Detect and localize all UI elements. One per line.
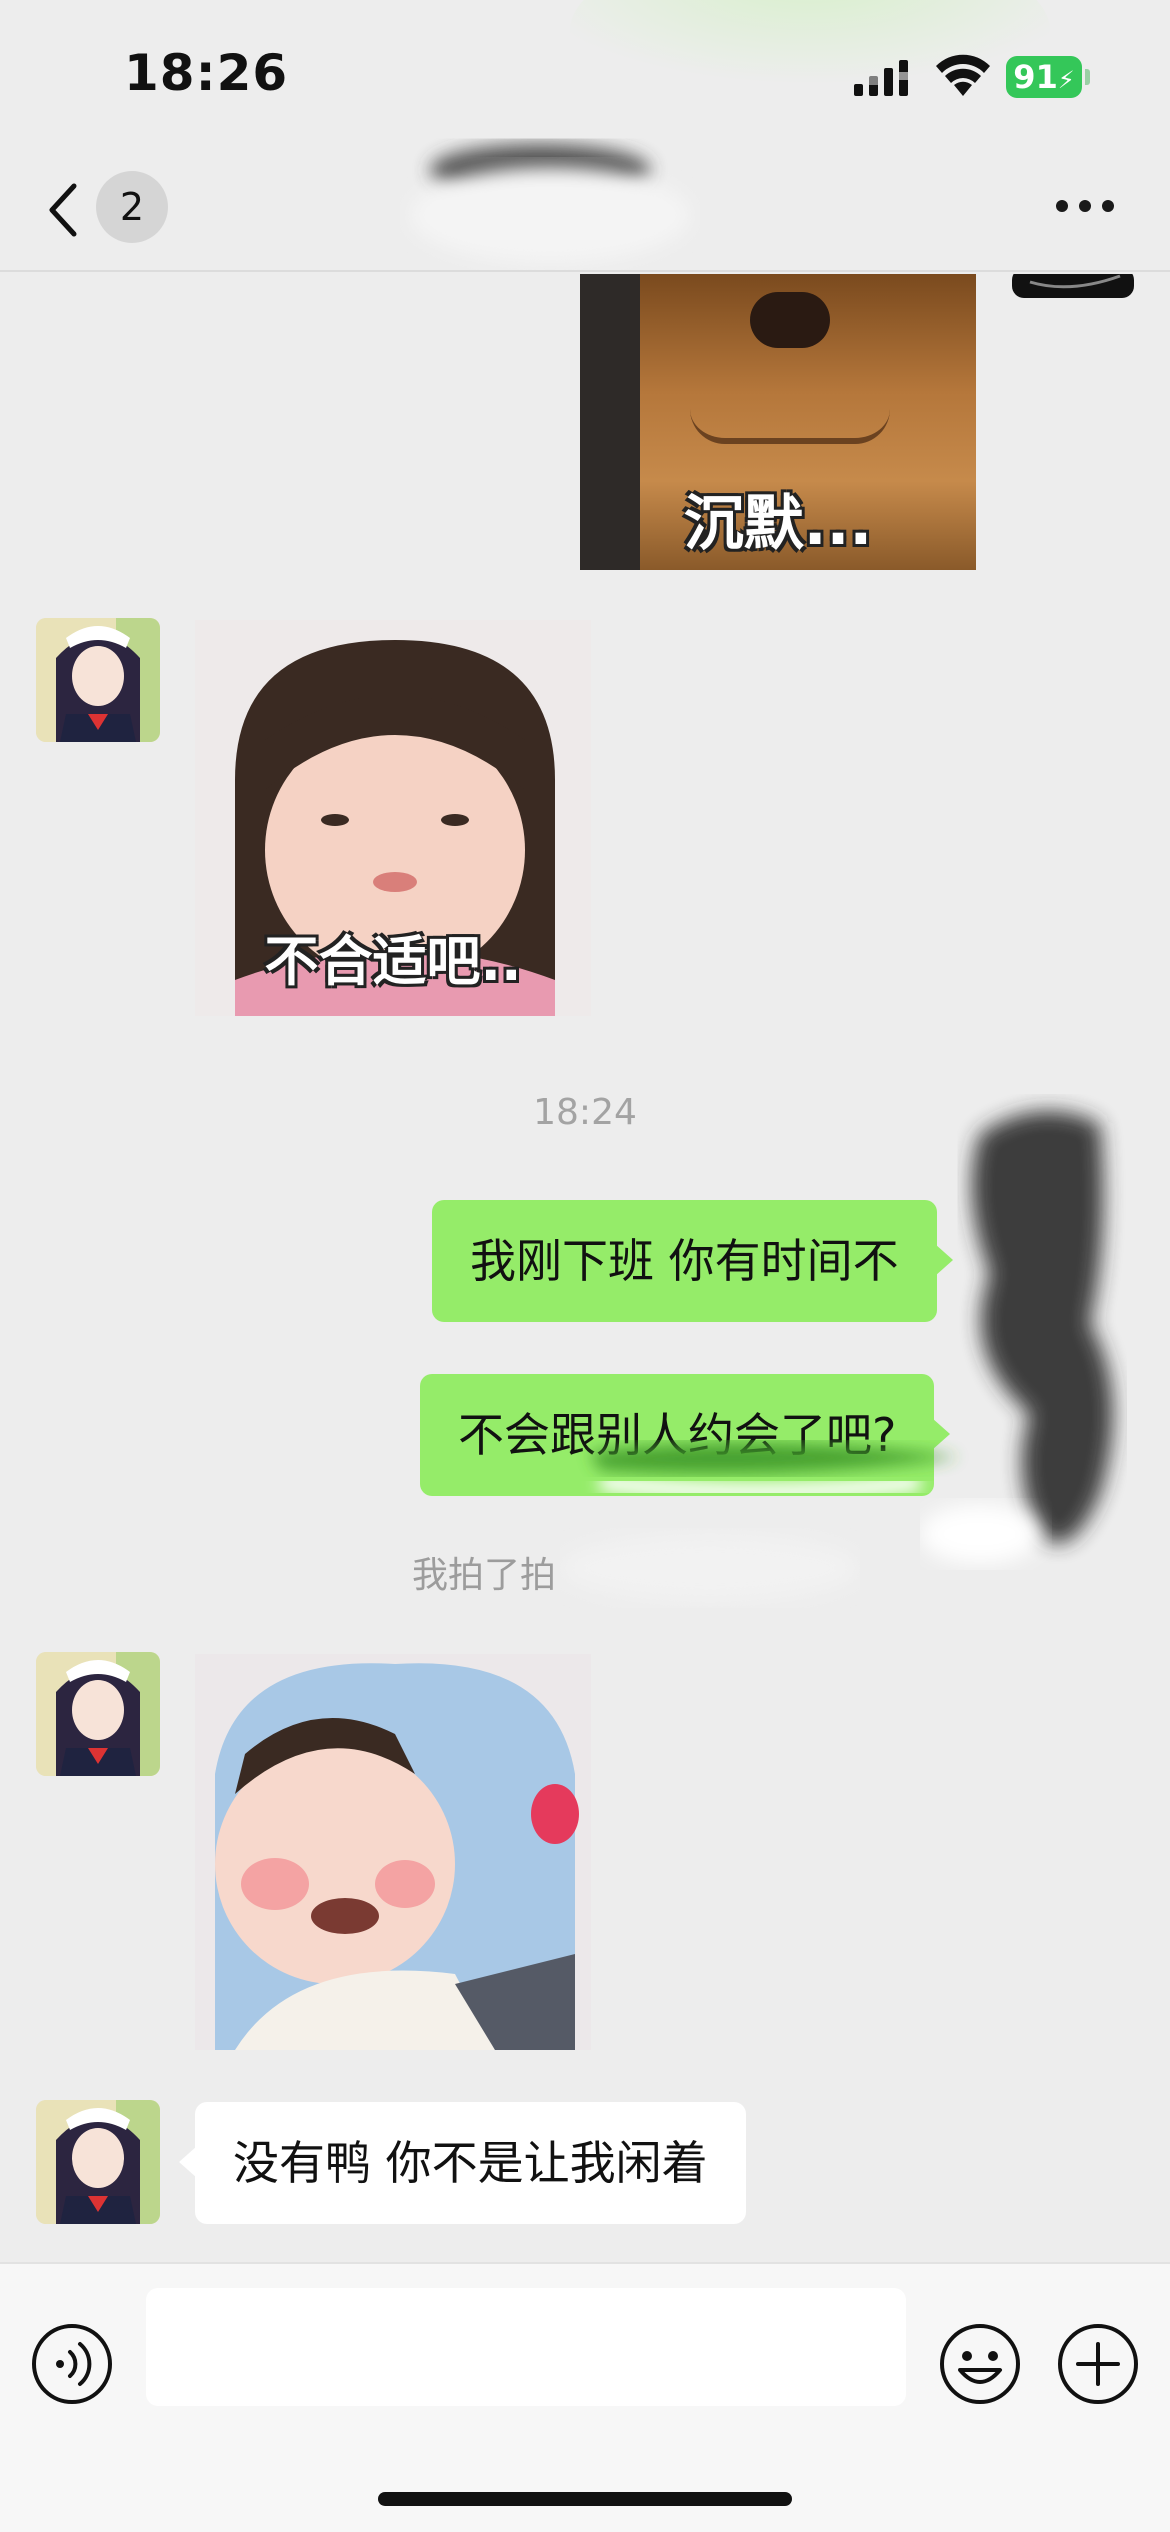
status-time: 18:26 (124, 44, 289, 102)
battery-level: 91⚡ (1013, 58, 1075, 96)
sticker-caption: 不合适吧.. (264, 930, 522, 993)
more-dots-icon[interactable] (1056, 200, 1114, 216)
redaction-smudge (590, 1443, 960, 1501)
message-input[interactable] (146, 2288, 906, 2406)
sticker-dog-nose (750, 292, 830, 348)
emoji-icon[interactable] (938, 2322, 1022, 2406)
unread-count-badge[interactable]: 2 (96, 171, 168, 243)
system-message-pat[interactable]: 我拍了拍 (412, 1546, 556, 1598)
sticker-caption: 沉默... (683, 489, 873, 559)
home-indicator[interactable] (378, 2492, 792, 2506)
voice-icon[interactable] (30, 2322, 114, 2406)
chat-header: 2 (0, 144, 1170, 272)
battery-indicator: 91⚡ (1006, 56, 1090, 98)
avatar-image (36, 618, 160, 742)
avatar-image (36, 2100, 160, 2224)
cellular-signal-icon (854, 60, 908, 96)
sticker-dog-mouth (690, 374, 890, 444)
wifi-icon (936, 54, 990, 96)
redaction-smudge (1012, 274, 1134, 298)
message-sticker-received[interactable]: 不合适吧.. (195, 620, 591, 1016)
message-bubble-received[interactable]: 没有鸭 你不是让我闲着 (179, 2102, 746, 2224)
chat-screen: 18:26 91⚡ 2 沉默... 不合适吧.. 18:24 我刚下班 你有时间… (0, 0, 1170, 2532)
avatar[interactable] (36, 1652, 160, 1776)
message-list[interactable]: 沉默... 不合适吧.. 18:24 我刚下班 你有时间不 不会跟别人约会了吧?… (0, 274, 1170, 2262)
plus-icon[interactable] (1056, 2322, 1140, 2406)
avatar-image (36, 1652, 160, 1776)
battery-tip (1085, 69, 1090, 85)
redaction-smudge (410, 144, 690, 263)
input-bar (0, 2262, 1170, 2532)
sticker-image (195, 1654, 591, 2050)
message-sticker-received[interactable] (195, 1654, 591, 2050)
message-sticker-sent[interactable]: 沉默... (580, 274, 976, 570)
avatar[interactable] (36, 2100, 160, 2224)
redaction-smudge (560, 1534, 860, 1602)
redaction-smudge (920, 1111, 1113, 1564)
avatar[interactable] (36, 618, 160, 742)
message-bubble-sent[interactable]: 我刚下班 你有时间不 (432, 1200, 953, 1322)
chevron-left-icon[interactable] (44, 180, 84, 240)
